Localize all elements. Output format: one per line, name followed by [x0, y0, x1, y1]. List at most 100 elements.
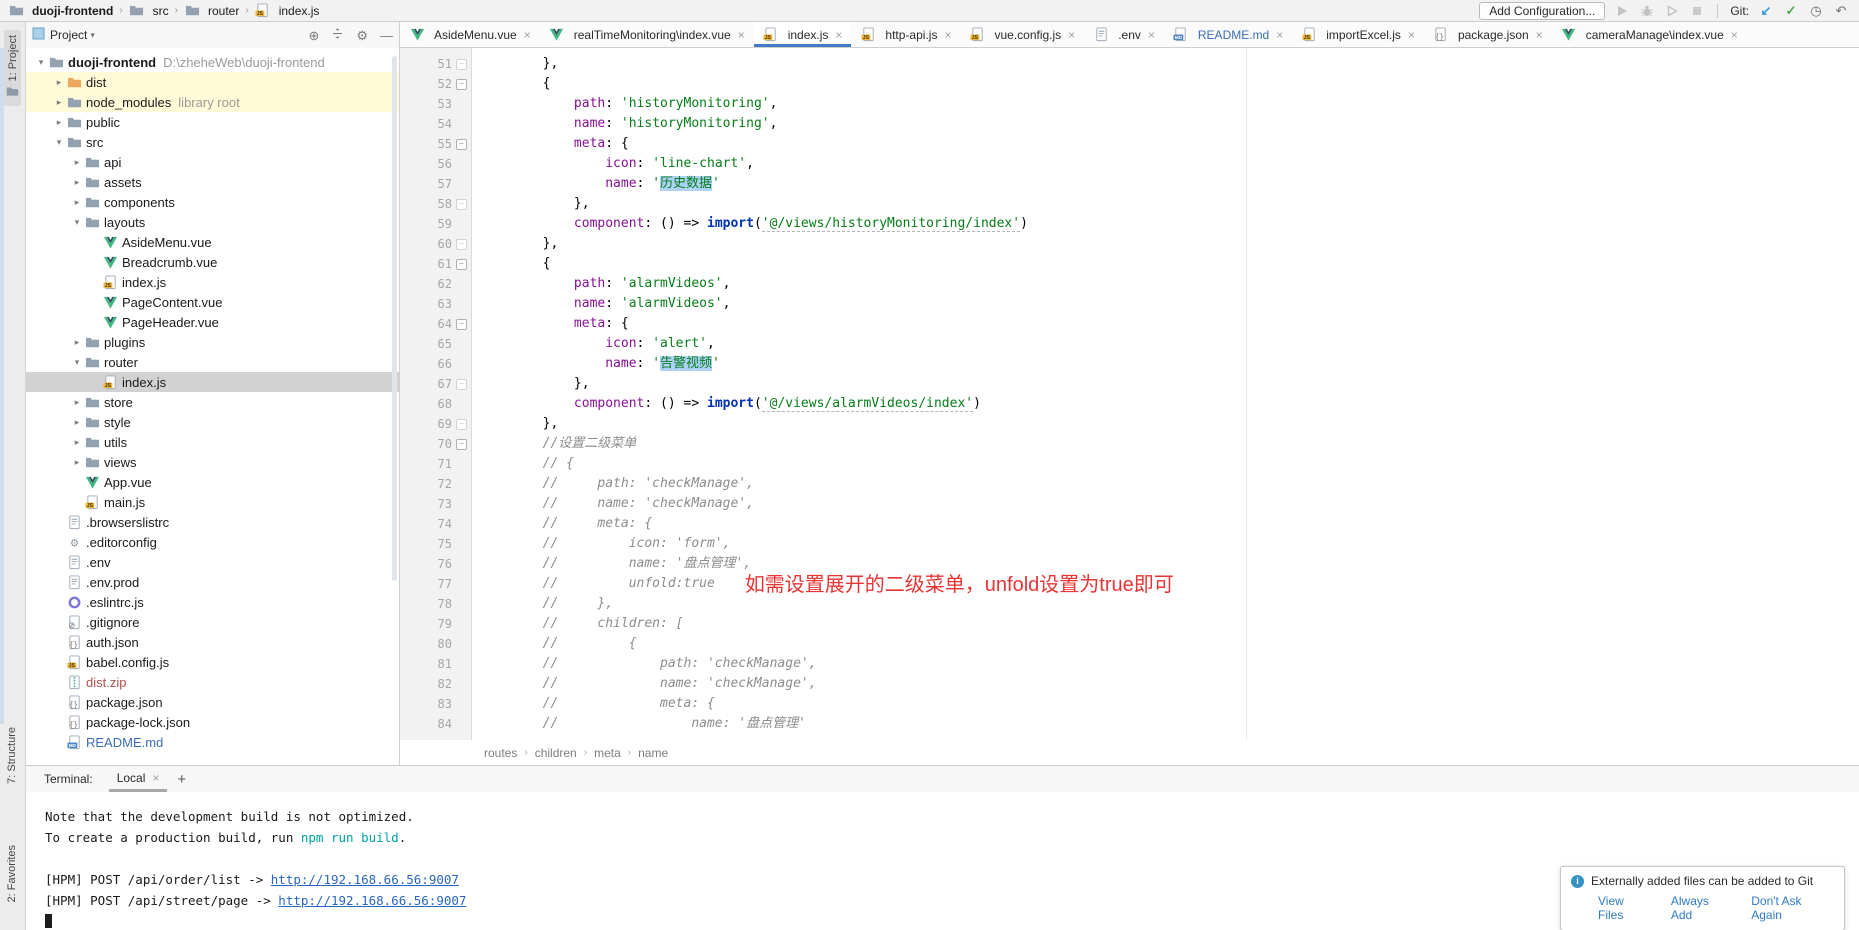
chevron-right-icon[interactable]: ▸ — [70, 337, 84, 348]
close-icon[interactable]: × — [524, 28, 531, 42]
tree-item-README.md[interactable]: MDREADME.md — [26, 732, 399, 752]
collapse-all-icon[interactable] — [331, 27, 344, 43]
toolwindow-tab-structure[interactable]: 7: Structure — [4, 722, 20, 789]
tab-README.md[interactable]: MDREADME.md× — [1164, 22, 1292, 47]
fold-marker-icon[interactable]: − — [456, 79, 467, 90]
stop-icon[interactable] — [1689, 3, 1705, 19]
run-icon[interactable] — [1614, 3, 1630, 19]
tab-AsideMenu.vue[interactable]: AsideMenu.vue× — [400, 22, 540, 47]
project-view-selector[interactable]: Project — [50, 28, 87, 42]
editor-breadcrumb-children[interactable]: children — [535, 746, 577, 760]
tab-package.json[interactable]: {}package.json× — [1424, 22, 1552, 47]
locate-file-icon[interactable]: ⊕ — [308, 29, 319, 42]
chevron-right-icon[interactable]: ▸ — [70, 197, 84, 208]
fold-marker-icon[interactable]: − — [456, 379, 467, 390]
chevron-right-icon[interactable]: ▸ — [70, 457, 84, 468]
tree-item-dist[interactable]: ▸dist — [26, 72, 399, 92]
close-icon[interactable]: × — [944, 28, 951, 42]
close-icon[interactable]: × — [1731, 28, 1738, 42]
terminal-link[interactable]: http://192.168.66.56:9007 — [278, 893, 466, 908]
chevron-right-icon[interactable]: ▸ — [70, 157, 84, 168]
tree-item-plugins[interactable]: ▸plugins — [26, 332, 399, 352]
tree-item-.env[interactable]: .env — [26, 552, 399, 572]
fold-marker-icon[interactable]: − — [456, 59, 467, 70]
tree-item-.eslintrc.js[interactable]: .eslintrc.js — [26, 592, 399, 612]
fold-marker-icon[interactable]: − — [456, 259, 467, 270]
terminal-tab-local[interactable]: Local × — [109, 766, 168, 792]
tree-item-node_modules[interactable]: ▸node_moduleslibrary root — [26, 92, 399, 112]
tab-importExcel.js[interactable]: JSimportExcel.js× — [1292, 22, 1424, 47]
tree-item-store[interactable]: ▸store — [26, 392, 399, 412]
chevron-down-icon[interactable]: ▾ — [34, 57, 48, 68]
chevron-down-icon[interactable]: ▾ — [52, 137, 66, 148]
tree-item-AsideMenu.vue[interactable]: AsideMenu.vue — [26, 232, 399, 252]
hide-panel-icon[interactable]: — — [380, 29, 393, 42]
tree-item-src[interactable]: ▾src — [26, 132, 399, 152]
fold-marker-icon[interactable]: − — [456, 139, 467, 150]
tree-item-.browserslistrc[interactable]: .browserslistrc — [26, 512, 399, 532]
editor-breadcrumb-routes[interactable]: routes — [484, 746, 517, 760]
tree-item-api[interactable]: ▸api — [26, 152, 399, 172]
chevron-down-icon[interactable]: ▾ — [70, 357, 84, 368]
toolwindow-tab-project[interactable]: 1: Project — [4, 30, 21, 106]
breadcrumb-item-src[interactable]: src — [129, 3, 169, 19]
tab-index.js[interactable]: JSindex.js× — [754, 22, 852, 47]
git-rollback-icon[interactable]: ↶ — [1833, 3, 1849, 19]
editor-breadcrumb-meta[interactable]: meta — [594, 746, 621, 760]
chevron-right-icon[interactable]: ▸ — [70, 417, 84, 428]
chevron-right-icon[interactable]: ▸ — [52, 97, 66, 108]
breadcrumb-item-router[interactable]: router — [184, 3, 239, 19]
breadcrumb-item-index.js[interactable]: JSindex.js — [255, 3, 320, 19]
fold-marker-icon[interactable]: − — [456, 239, 467, 250]
editor-breadcrumb-name[interactable]: name — [638, 746, 668, 760]
debug-icon[interactable] — [1639, 3, 1655, 19]
tab-vue.config.js[interactable]: JSvue.config.js× — [960, 22, 1084, 47]
close-icon[interactable]: × — [738, 28, 745, 42]
tree-item-App.vue[interactable]: App.vue — [26, 472, 399, 492]
tab-http-api.js[interactable]: JShttp-api.js× — [851, 22, 960, 47]
notification-action-view-files[interactable]: View Files — [1598, 894, 1652, 922]
tree-item-index.js[interactable]: JSindex.js — [26, 372, 399, 392]
toolwindow-tab-favorites[interactable]: 2: Favorites — [4, 840, 20, 907]
tree-item-utils[interactable]: ▸utils — [26, 432, 399, 452]
new-terminal-icon[interactable]: + — [177, 771, 186, 788]
tree-item-babel.config.js[interactable]: JSbabel.config.js — [26, 652, 399, 672]
tree-item-public[interactable]: ▸public — [26, 112, 399, 132]
tree-item-views[interactable]: ▸views — [26, 452, 399, 472]
tree-item-PageHeader.vue[interactable]: PageHeader.vue — [26, 312, 399, 332]
close-icon[interactable]: × — [1148, 28, 1155, 42]
fold-marker-icon[interactable]: − — [456, 439, 467, 450]
code-text[interactable]: }, { path: 'historyMonitoring', name: 'h… — [472, 48, 1859, 740]
tree-item-package.json[interactable]: {}package.json — [26, 692, 399, 712]
tab-.env[interactable]: .env× — [1084, 22, 1164, 47]
tree-item-.editorconfig[interactable]: ⚙.editorconfig — [26, 532, 399, 552]
chevron-right-icon[interactable]: ▸ — [70, 437, 84, 448]
tab-realTimeMonitoring\index.vue[interactable]: realTimeMonitoring\index.vue× — [540, 22, 754, 47]
chevron-right-icon[interactable]: ▸ — [52, 117, 66, 128]
close-icon[interactable]: × — [835, 28, 842, 42]
add-configuration-button[interactable]: Add Configuration... — [1479, 2, 1605, 20]
git-commit-icon[interactable]: ✓ — [1783, 3, 1799, 19]
notification-action-don-t-ask-again[interactable]: Don't Ask Again — [1751, 894, 1834, 922]
tree-item-router[interactable]: ▾router — [26, 352, 399, 372]
code-editor[interactable]: 51−52−535455−565758−5960−61−626364−65666… — [400, 48, 1859, 740]
tree-item-.env.prod[interactable]: .env.prod — [26, 572, 399, 592]
settings-gear-icon[interactable]: ⚙ — [356, 29, 368, 42]
chevron-right-icon[interactable]: ▸ — [52, 77, 66, 88]
tree-item-layouts[interactable]: ▾layouts — [26, 212, 399, 232]
breadcrumb-item-duoji-frontend[interactable]: duoji-frontend — [8, 3, 113, 19]
tree-item-index.js[interactable]: JSindex.js — [26, 272, 399, 292]
notification-action-always-add[interactable]: Always Add — [1671, 894, 1732, 922]
tree-item-components[interactable]: ▸components — [26, 192, 399, 212]
fold-marker-icon[interactable]: − — [456, 319, 467, 330]
tree-item-main.js[interactable]: JSmain.js — [26, 492, 399, 512]
fold-marker-icon[interactable]: − — [456, 199, 467, 210]
tree-item-auth.json[interactable]: {}auth.json — [26, 632, 399, 652]
tree-item-style[interactable]: ▸style — [26, 412, 399, 432]
close-icon[interactable]: × — [1536, 28, 1543, 42]
tree-item-assets[interactable]: ▸assets — [26, 172, 399, 192]
project-tree-scrollbar[interactable] — [392, 56, 397, 581]
chevron-right-icon[interactable]: ▸ — [70, 177, 84, 188]
tree-item-package-lock.json[interactable]: {}package-lock.json — [26, 712, 399, 732]
tab-cameraManage\index.vue[interactable]: cameraManage\index.vue× — [1552, 22, 1747, 47]
